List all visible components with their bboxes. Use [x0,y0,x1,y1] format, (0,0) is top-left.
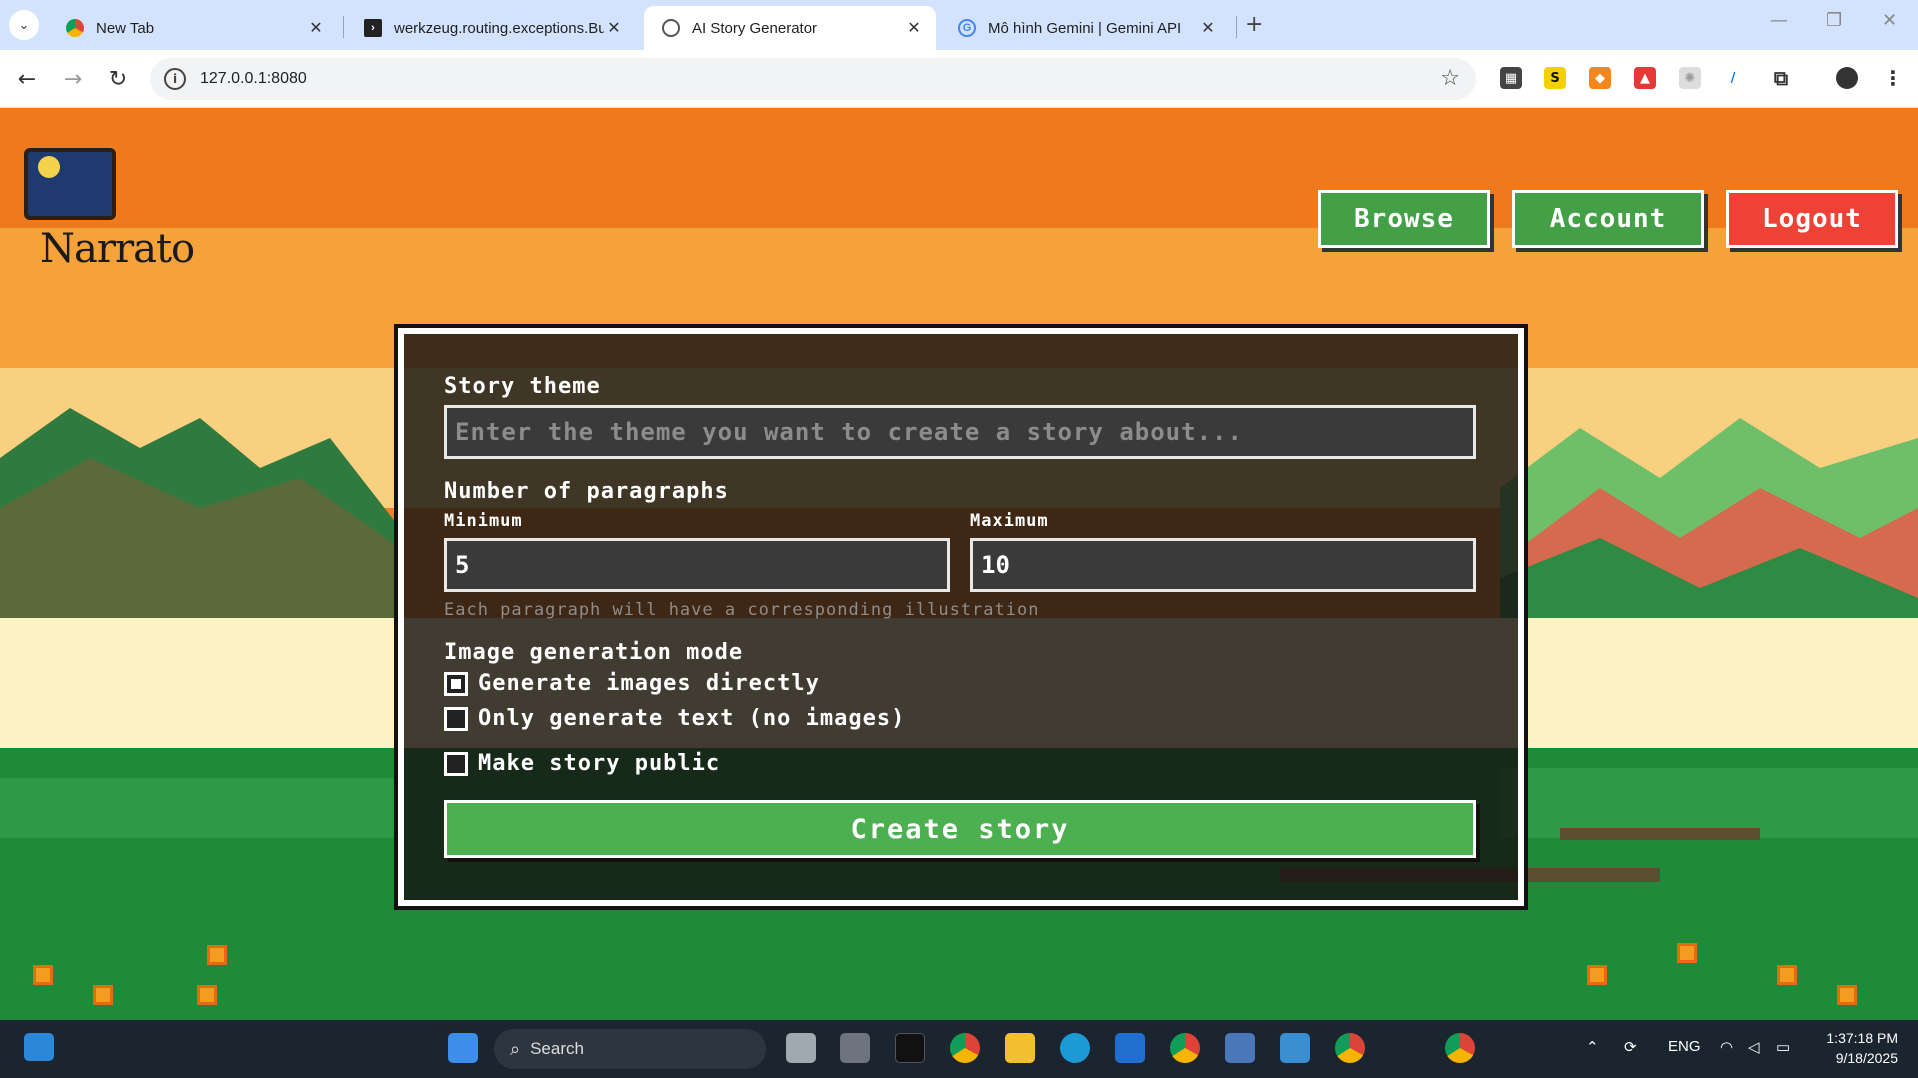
story-form-panel: Story theme Enter the theme you want to … [394,324,1528,910]
tab-title: AI Story Generator [692,19,818,37]
file-explorer-icon[interactable] [1005,1033,1035,1063]
flower-decoration [200,988,214,1002]
paragraphs-label: Number of paragraphs [444,479,729,504]
windows-taskbar: ⌕ Search ⌃ ⟳ ENG ◠ ◁ ▭ 1:37:18 PM 9/18/2… [0,1020,1918,1078]
logo-text: Narrato [40,226,195,272]
system-clock[interactable]: 1:37:18 PM 9/18/2025 [1826,1028,1898,1068]
flower-decoration [1840,988,1854,1002]
language-indicator[interactable]: ENG [1668,1038,1701,1055]
chrome-taskbar-icon[interactable] [950,1033,980,1063]
close-tab-icon[interactable]: ✕ [904,18,924,38]
tab-search-menu-icon[interactable]: ⌄ [9,10,39,40]
wifi-icon[interactable]: ◠ [1720,1038,1733,1056]
google-icon: G [958,19,976,37]
back-icon[interactable]: ← [12,64,42,94]
chrome-red-badge-icon[interactable] [1445,1033,1475,1063]
battery-icon[interactable]: ▭ [1776,1038,1790,1056]
browser-toolbar: ← → ↻ i 127.0.0.1:8080 ☆ ▦ S ◆ ▲ ✺ / ⧉ ⋮ [0,50,1918,108]
chevron-up-icon[interactable]: ⌃ [1586,1038,1599,1056]
tab-werkzeug[interactable]: › werkzeug.routing.exceptions.Bu ✕ [346,6,636,50]
clock-date: 9/18/2025 [1835,1050,1898,1066]
windows-start-icon[interactable] [448,1033,478,1063]
metamask-icon[interactable]: ◆ [1589,67,1611,89]
new-tab-icon[interactable]: + [1245,12,1263,37]
s-extension-icon[interactable]: S [1544,67,1566,89]
bookmark-star-icon[interactable]: ☆ [1440,66,1460,91]
story-theme-input[interactable]: Enter the theme you want to create a sto… [444,405,1476,459]
app-cube-icon[interactable] [840,1033,870,1063]
tab-title: New Tab [96,19,155,37]
qr-extension-icon[interactable]: ▦ [1500,67,1522,89]
minimize-icon[interactable]: — [1770,10,1788,31]
globe-icon [662,19,680,37]
task-view-icon[interactable] [786,1033,816,1063]
browse-button[interactable]: Browse [1318,190,1490,248]
address-bar[interactable]: i 127.0.0.1:8080 ☆ [150,58,1476,100]
vscode-icon[interactable] [1115,1033,1145,1063]
tab-new-tab[interactable]: New Tab ✕ [48,6,338,50]
url-text: 127.0.0.1:8080 [200,70,307,87]
book-logo-icon [24,148,116,220]
forward-icon[interactable]: → [58,64,88,94]
monitor-app-icon[interactable] [1225,1033,1255,1063]
pen-extension-icon[interactable]: / [1722,67,1744,89]
close-tab-icon[interactable]: ✕ [306,18,326,38]
generate-images-label[interactable]: Generate images directly [478,671,820,696]
tab-gemini[interactable]: G Mô hình Gemini | Gemini API ✕ [940,6,1230,50]
browser-tabstrip: ⌄ New Tab ✕ › werkzeug.routing.exception… [0,0,1918,50]
site-info-icon[interactable]: i [164,68,186,90]
logout-button[interactable]: Logout [1726,190,1898,248]
profile-avatar[interactable] [1836,67,1858,89]
reload-icon[interactable]: ↻ [103,64,133,94]
menu-kebab-icon[interactable]: ⋮ [1882,66,1904,90]
page-viewport: Narrato Browse Account Logout Story them… [0,108,1918,1020]
flower-decoration [1590,968,1604,982]
text-only-label[interactable]: Only generate text (no images) [478,706,905,731]
extensions-puzzle-icon[interactable]: ⧉ [1770,66,1792,90]
maximum-paragraphs-input[interactable]: 10 [970,538,1476,592]
lock-extension-icon[interactable]: ▲ [1634,67,1656,89]
chrome-profile-icon[interactable] [1170,1033,1200,1063]
paragraph-hint: Each paragraph will have a corresponding… [444,600,1040,620]
sync-icon[interactable]: ⟳ [1624,1038,1637,1056]
make-public-label[interactable]: Make story public [478,751,720,776]
moon-icon [38,156,60,178]
close-tab-icon[interactable]: ✕ [1198,18,1218,38]
account-button[interactable]: Account [1512,190,1704,248]
close-tab-icon[interactable]: ✕ [604,18,624,38]
story-theme-label: Story theme [444,374,601,399]
clock-time: 1:37:18 PM [1826,1030,1898,1046]
tab-title: werkzeug.routing.exceptions.Bu [394,19,604,37]
close-window-icon[interactable]: ✕ [1882,10,1897,31]
create-story-button[interactable]: Create story [444,800,1476,858]
taskbar-search[interactable]: ⌕ Search [494,1029,766,1069]
narrato-logo[interactable]: Narrato [20,148,195,288]
flower-decoration [96,988,110,1002]
flower-decoration [1780,968,1794,982]
chrome-icon [66,19,84,37]
restore-icon[interactable]: ❐ [1826,10,1842,31]
widgets-icon[interactable] [24,1033,54,1061]
tab-ai-story-generator[interactable]: AI Story Generator ✕ [644,6,936,50]
image-mode-label: Image generation mode [444,640,744,665]
tab-title: Mô hình Gemini | Gemini API [988,19,1182,37]
gear-extension-icon[interactable]: ✺ [1679,67,1701,89]
volume-icon[interactable]: ◁ [1748,1038,1760,1056]
generate-images-checkbox[interactable] [444,672,468,696]
app-terminal-icon[interactable] [895,1033,925,1063]
edge-icon[interactable] [1060,1033,1090,1063]
flower-decoration [36,968,50,982]
flower-decoration [210,948,224,962]
maximum-label: Maximum [970,511,1049,531]
flower-decoration [1680,946,1694,960]
search-label: Search [530,1039,584,1058]
text-only-checkbox[interactable] [444,707,468,731]
terminal-icon: › [364,19,382,37]
chrome-e-icon[interactable] [1335,1033,1365,1063]
make-public-checkbox[interactable] [444,752,468,776]
display-app-icon[interactable] [1280,1033,1310,1063]
minimum-paragraphs-input[interactable]: 5 [444,538,950,592]
minimum-label: Minimum [444,511,523,531]
search-icon: ⌕ [510,1038,521,1059]
